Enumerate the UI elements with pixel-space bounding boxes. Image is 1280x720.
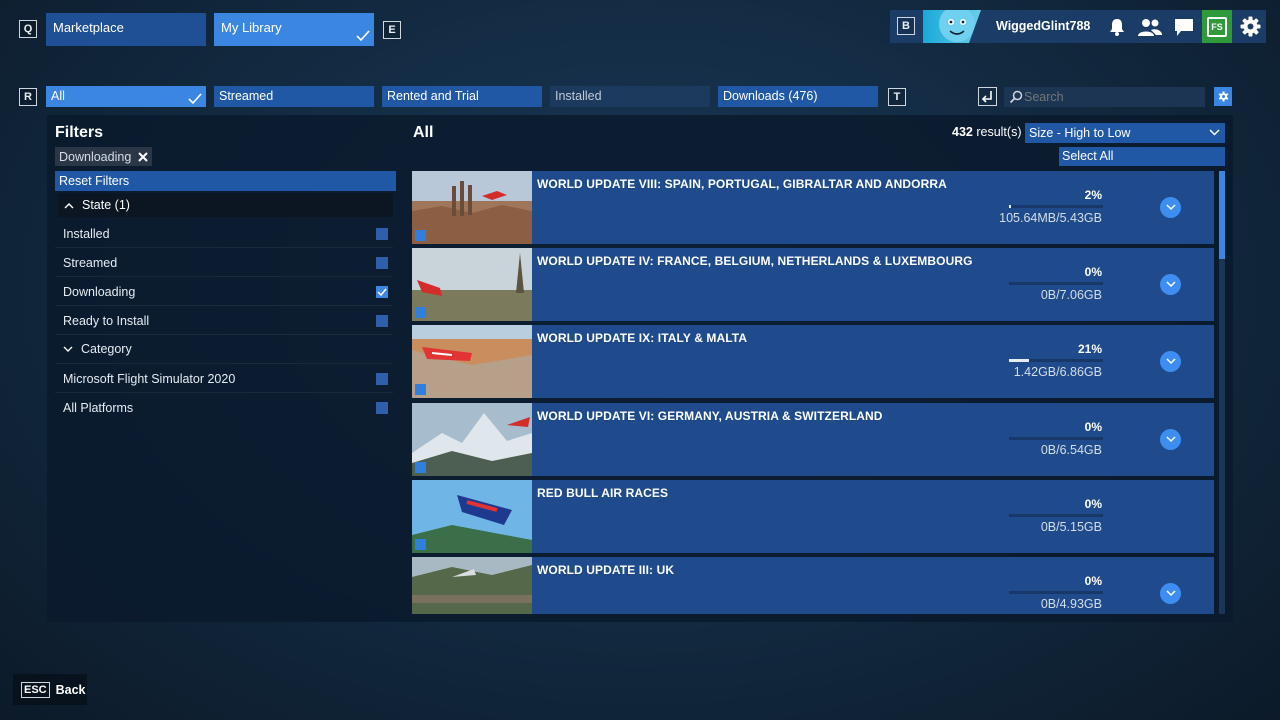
item-size: 105.64MB/5.43GB (999, 211, 1102, 225)
item-title: WORLD UPDATE VIII: SPAIN, PORTUGAL, GIBR… (537, 177, 947, 191)
chevron-down-icon (1165, 204, 1176, 211)
item-percent: 0% (1084, 265, 1102, 279)
scrollbar-track[interactable] (1219, 171, 1225, 614)
selection-checkbox[interactable] (415, 384, 426, 395)
back-button[interactable]: ESC Back (13, 674, 87, 705)
selection-checkbox[interactable] (415, 462, 426, 473)
back-label: Back (55, 682, 86, 697)
chevron-down-icon (1165, 358, 1176, 365)
list-item[interactable]: WORLD UPDATE VI: GERMANY, AUSTRIA & SWIT… (412, 403, 1214, 476)
progress-fill (1009, 359, 1029, 362)
item-percent: 21% (1077, 342, 1102, 356)
progress-bar (1009, 514, 1103, 517)
thumbnail-red-bull (412, 480, 532, 553)
item-title: RED BULL AIR RACES (537, 486, 669, 500)
expand-button[interactable] (1160, 583, 1181, 604)
esc-key-hint: ESC (21, 681, 50, 698)
item-title: WORLD UPDATE IV: FRANCE, BELGIUM, NETHER… (537, 254, 973, 268)
list-item[interactable]: WORLD UPDATE VIII: SPAIN, PORTUGAL, GIBR… (412, 171, 1214, 244)
list-item[interactable]: RED BULL AIR RACES 0% 0B/5.15GB (412, 480, 1214, 553)
item-percent: 2% (1084, 188, 1102, 202)
list-item[interactable]: WORLD UPDATE III: UK 0% 0B/4.93GB (412, 557, 1214, 614)
expand-button[interactable] (1160, 351, 1181, 372)
chevron-down-icon (1165, 590, 1176, 597)
content-list: WORLD UPDATE VIII: SPAIN, PORTUGAL, GIBR… (0, 0, 1280, 614)
progress-bar (1009, 591, 1103, 594)
chevron-down-icon (1165, 281, 1176, 288)
item-size: 0B/7.06GB (1040, 288, 1102, 302)
list-item[interactable]: WORLD UPDATE IX: ITALY & MALTA 21% 1.42G… (412, 325, 1214, 398)
expand-button[interactable] (1160, 274, 1181, 295)
expand-button[interactable] (1160, 197, 1181, 218)
thumbnail-france (412, 248, 532, 321)
selection-checkbox[interactable] (415, 539, 426, 550)
thumbnail-uk (412, 557, 532, 614)
progress-bar (1009, 282, 1103, 285)
item-percent: 0% (1084, 497, 1102, 511)
item-size: 1.42GB/6.86GB (1013, 365, 1102, 379)
item-percent: 0% (1084, 420, 1102, 434)
item-title: WORLD UPDATE IX: ITALY & MALTA (537, 331, 748, 345)
list-item[interactable]: WORLD UPDATE IV: FRANCE, BELGIUM, NETHER… (412, 248, 1214, 321)
item-size: 0B/5.15GB (1040, 520, 1102, 534)
chevron-down-icon (1165, 436, 1176, 443)
item-size: 0B/6.54GB (1040, 443, 1102, 457)
progress-bar (1009, 437, 1103, 440)
item-title: WORLD UPDATE III: UK (537, 563, 675, 577)
item-title: WORLD UPDATE VI: GERMANY, AUSTRIA & SWIT… (537, 409, 883, 423)
progress-bar (1009, 205, 1103, 208)
selection-checkbox[interactable] (415, 307, 426, 318)
scrollbar-thumb[interactable] (1219, 171, 1225, 259)
item-size: 0B/4.93GB (1040, 597, 1102, 611)
thumbnail-spain (412, 171, 532, 244)
thumbnail-italy (412, 325, 532, 398)
expand-button[interactable] (1160, 429, 1181, 450)
progress-bar (1009, 359, 1103, 362)
progress-fill (1009, 205, 1011, 208)
thumbnail-germany (412, 403, 532, 476)
selection-checkbox[interactable] (415, 230, 426, 241)
item-percent: 0% (1084, 574, 1102, 588)
